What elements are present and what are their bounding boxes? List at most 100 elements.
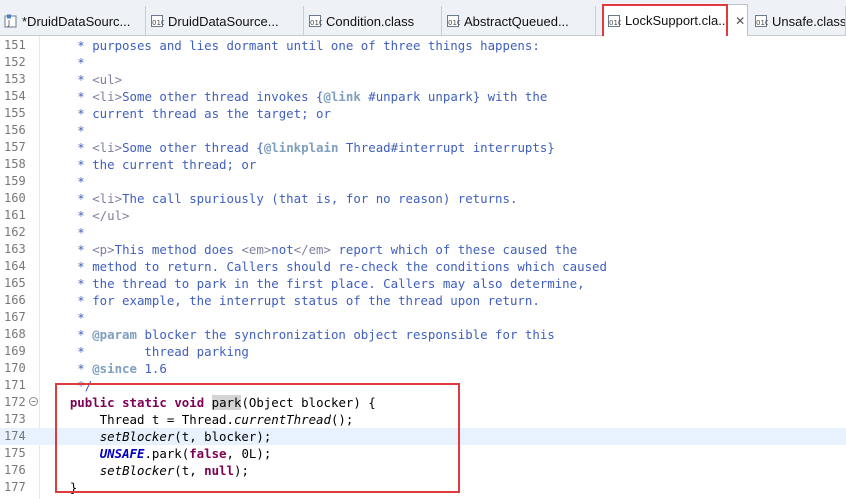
code-line[interactable]: 160 * <li>The call spuriously (that is, …	[0, 190, 846, 207]
editor-tab-4[interactable]: 010 AbstractQueued...	[442, 6, 596, 36]
line-number: 173	[4, 412, 26, 426]
line-number: 154	[4, 89, 26, 103]
line-number: 176	[4, 463, 26, 477]
code-line[interactable]: 170 * @since 1.6	[0, 360, 846, 377]
code-token: * the thread to park in the first place.…	[40, 276, 585, 291]
code-text: setBlocker(t, null);	[40, 462, 249, 479]
class-file-icon: 010	[446, 14, 460, 28]
line-number: 174	[4, 429, 26, 443]
code-text: * <p>This method does <em>not</em> repor…	[40, 241, 577, 258]
code-text: */	[40, 377, 92, 394]
code-token: public	[69, 395, 115, 410]
code-line[interactable]: 152 *	[0, 54, 846, 71]
code-text: * thread parking	[40, 343, 249, 360]
code-token: #unpark unpark} with the	[360, 89, 548, 104]
code-token: *	[40, 123, 85, 138]
code-text: * the thread to park in the first place.…	[40, 275, 585, 292]
line-number: 157	[4, 140, 26, 154]
code-token: }	[40, 480, 78, 495]
code-token: Some other thread {	[122, 140, 264, 155]
line-number: 152	[4, 55, 26, 69]
code-line[interactable]: 164 * method to return. Callers should r…	[0, 258, 846, 275]
code-line[interactable]: 161 * </ul>	[0, 207, 846, 224]
code-line[interactable]: 157 * <li>Some other thread {@linkplain …	[0, 139, 846, 156]
line-number: 155	[4, 106, 26, 120]
fold-toggle-icon[interactable]: −	[29, 397, 38, 406]
code-line[interactable]: 165 * the thread to park in the first pl…	[0, 275, 846, 292]
code-token: Thread t = Thread.	[40, 412, 234, 427]
code-token: setBlocker	[99, 429, 175, 444]
code-token: * the current thread; or	[40, 157, 257, 172]
code-line[interactable]: 156 *	[0, 122, 846, 139]
code-text: * <li>Some other thread invokes {@link #…	[40, 88, 547, 105]
class-file-icon: 010	[607, 14, 621, 28]
editor-tab-2[interactable]: 010 DruidDataSource...	[146, 6, 304, 36]
code-token: *	[40, 310, 85, 325]
code-text: public static void park(Object blocker) …	[40, 394, 376, 411]
code-line[interactable]: 163 * <p>This method does <em>not</em> r…	[0, 241, 846, 258]
tab-label: AbstractQueued...	[464, 13, 569, 29]
code-text: setBlocker(t, blocker);	[40, 428, 272, 445]
editor-tab-1[interactable]: J *DruidDataSourc...	[0, 6, 146, 36]
code-token: park	[211, 395, 242, 410]
editor-tab-5[interactable]: 010 LockSupport.cla... ✕	[602, 4, 748, 36]
code-token: );	[233, 463, 249, 478]
line-number: 162	[4, 225, 26, 239]
code-text: * <ul>	[40, 71, 122, 88]
code-token: * for example, the interrupt status of t…	[40, 293, 540, 308]
tab-label: LockSupport.cla...	[625, 13, 730, 28]
code-token: null	[204, 463, 234, 478]
code-line[interactable]: 177 }	[0, 479, 846, 496]
svg-text:010: 010	[448, 19, 460, 27]
code-token: .park(	[144, 446, 190, 461]
code-token: (Object blocker) {	[241, 395, 376, 410]
code-token: *	[40, 191, 93, 206]
close-tab-icon[interactable]: ✕	[735, 14, 745, 28]
code-line[interactable]: 155 * current thread as the target; or	[0, 105, 846, 122]
tab-label: Unsafe.class	[772, 13, 846, 29]
code-text: * method to return. Callers should re-ch…	[40, 258, 607, 275]
editor-tab-6[interactable]: 010 Unsafe.class	[750, 6, 846, 36]
code-editor[interactable]: 151 * purposes and lies dormant until on…	[0, 36, 846, 499]
code-line[interactable]: 158 * the current thread; or	[0, 156, 846, 173]
code-token: ();	[330, 412, 354, 427]
code-text: }	[40, 479, 77, 496]
code-line[interactable]: 167 *	[0, 309, 846, 326]
code-line[interactable]: 151 * purposes and lies dormant until on…	[0, 37, 846, 54]
code-text: * @since 1.6	[40, 360, 167, 377]
line-number: 168	[4, 327, 26, 341]
code-line[interactable]: 159 *	[0, 173, 846, 190]
svg-text:010: 010	[609, 19, 621, 27]
code-token: not	[271, 242, 294, 257]
code-line[interactable]: 174 setBlocker(t, blocker);	[0, 428, 846, 445]
code-token: <p>	[92, 242, 115, 257]
code-text: * <li>Some other thread {@linkplain Thre…	[40, 139, 554, 156]
code-line[interactable]: 168 * @param blocker the synchronization…	[0, 326, 846, 343]
code-token: *	[40, 242, 93, 257]
code-token: * method to return. Callers should re-ch…	[40, 259, 607, 274]
code-text: * <li>The call spuriously (that is, for …	[40, 190, 517, 207]
code-line[interactable]: 169 * thread parking	[0, 343, 846, 360]
code-text: * for example, the interrupt status of t…	[40, 292, 540, 309]
code-line[interactable]: 175 UNSAFE.park(false, 0L);	[0, 445, 846, 462]
code-text: *	[40, 54, 84, 71]
line-number: 169	[4, 344, 26, 358]
code-line[interactable]: 171 */	[0, 377, 846, 394]
code-line[interactable]: 173 Thread t = Thread.currentThread();	[0, 411, 846, 428]
svg-text:010: 010	[152, 19, 164, 27]
code-line[interactable]: 172− public static void park(Object bloc…	[0, 394, 846, 411]
code-line[interactable]: 176 setBlocker(t, null);	[0, 462, 846, 479]
code-line[interactable]: 166 * for example, the interrupt status …	[0, 292, 846, 309]
code-token: report which of these caused the	[330, 242, 578, 257]
code-token: */	[40, 378, 93, 393]
editor-tab-3[interactable]: 010 Condition.class	[304, 6, 442, 36]
code-line[interactable]: 154 * <li>Some other thread invokes {@li…	[0, 88, 846, 105]
code-token: *	[40, 225, 85, 240]
code-token: @linkplain	[263, 140, 339, 155]
code-line[interactable]: 162 *	[0, 224, 846, 241]
code-token: *	[40, 208, 93, 223]
code-line[interactable]: 153 * <ul>	[0, 71, 846, 88]
